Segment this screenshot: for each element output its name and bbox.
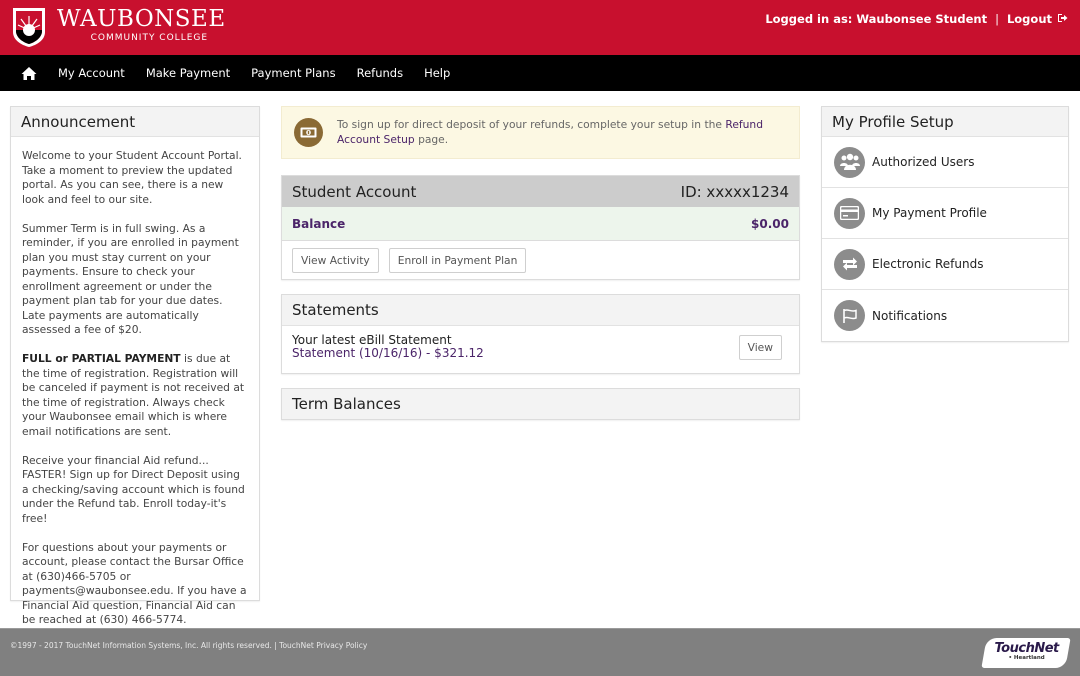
profile-item-payment-profile[interactable]: My Payment Profile	[822, 188, 1068, 239]
direct-deposit-alert: To sign up for direct deposit of your re…	[281, 106, 800, 159]
profile-setup-title: My Profile Setup	[822, 107, 1068, 137]
alert-message: To sign up for direct deposit of your re…	[337, 118, 787, 147]
profile-item-label: Notifications	[872, 308, 948, 323]
money-icon	[294, 118, 323, 147]
nav-my-account[interactable]: My Account	[58, 66, 125, 80]
announcement-paragraph: Welcome to your Student Account Portal. …	[22, 149, 242, 206]
privacy-policy-link[interactable]: TouchNet Privacy Policy	[279, 641, 367, 650]
balance-row: Balance $0.00	[282, 207, 799, 241]
announcement-paragraph: Receive your financial Aid refund... FAS…	[22, 453, 245, 525]
announcement-body: Welcome to your Student Account Portal. …	[11, 137, 259, 654]
profile-item-label: Electronic Refunds	[872, 257, 984, 271]
student-id: ID: xxxxx1234	[680, 182, 789, 201]
shield-sunrise-icon	[13, 8, 45, 47]
home-icon[interactable]	[21, 66, 37, 81]
announcement-paragraph: FULL or PARTIAL PAYMENT is due at the ti…	[22, 352, 248, 439]
logout-icon[interactable]	[1057, 13, 1068, 26]
statements-title: Statements	[282, 295, 799, 326]
profile-setup-panel: My Profile Setup Authorized Users My Pay…	[821, 106, 1069, 342]
users-icon	[834, 146, 865, 178]
alert-text: To sign up for direct deposit of your re…	[337, 118, 726, 131]
announcement-paragraph: For questions about your payments or acc…	[22, 540, 247, 627]
profile-item-notifications[interactable]: Notifications	[822, 290, 1068, 341]
nav-make-payment[interactable]: Make Payment	[146, 66, 230, 80]
student-account-panel: Student Account ID: xxxxx1234 Balance $0…	[281, 175, 800, 280]
credit-card-icon	[834, 197, 865, 229]
nav-payment-plans[interactable]: Payment Plans	[251, 66, 335, 80]
student-account-header: Student Account ID: xxxxx1234	[282, 176, 799, 207]
enroll-payment-plan-button[interactable]: Enroll in Payment Plan	[388, 248, 527, 273]
announcement-bold: FULL or PARTIAL PAYMENT	[22, 352, 181, 365]
user-area: Logged in as: Waubonsee Student | Logout	[765, 12, 1068, 26]
site-header: WAUBONSEE COMMUNITY COLLEGE Logged in as…	[0, 0, 1080, 55]
term-balances-panel[interactable]: Term Balances	[281, 388, 800, 420]
touchnet-wordmark: TouchNet	[994, 641, 1059, 656]
statements-panel: Statements Your latest eBill Statement S…	[281, 294, 800, 374]
profile-item-authorized-users[interactable]: Authorized Users	[822, 137, 1068, 188]
touchnet-logo: TouchNet • Heartland	[981, 638, 1071, 668]
term-balances-title: Term Balances	[282, 389, 799, 419]
copyright-text: ©1997 - 2017 TouchNet Information System…	[10, 641, 280, 650]
flag-icon	[834, 300, 865, 331]
separator: |	[995, 12, 999, 26]
statement-link[interactable]: Statement (10/16/16) - $321.12	[292, 347, 484, 360]
view-activity-button[interactable]: View Activity	[292, 248, 379, 273]
profile-item-label: My Payment Profile	[872, 206, 987, 220]
balance-label: Balance	[292, 216, 346, 231]
refund-exchange-icon	[834, 248, 865, 280]
main-nav: My Account Make Payment Payment Plans Re…	[0, 55, 1080, 91]
footer-copyright: ©1997 - 2017 TouchNet Information System…	[10, 641, 367, 650]
announcement-paragraph: Summer Term is in full swing. As a remin…	[22, 221, 239, 337]
nav-help[interactable]: Help	[424, 66, 450, 80]
profile-item-label: Authorized Users	[872, 155, 975, 169]
logo-title: WAUBONSEE	[57, 6, 226, 32]
announcement-panel: Announcement Welcome to your Student Acc…	[10, 106, 260, 626]
student-account-title: Student Account	[292, 182, 417, 201]
announcement-title: Announcement	[11, 107, 259, 137]
view-statement-button[interactable]: View	[738, 334, 782, 360]
alert-text: page.	[414, 132, 449, 146]
profile-item-electronic-refunds[interactable]: Electronic Refunds	[822, 239, 1068, 290]
college-logo[interactable]: WAUBONSEE COMMUNITY COLLEGE	[10, 6, 226, 48]
logout-link[interactable]: Logout	[1007, 12, 1052, 26]
site-footer: ©1997 - 2017 TouchNet Information System…	[0, 628, 1080, 676]
logged-in-text: Logged in as: Waubonsee Student	[765, 12, 988, 26]
nav-refunds[interactable]: Refunds	[357, 66, 403, 80]
balance-value: $0.00	[751, 216, 789, 231]
logo-subtitle: COMMUNITY COLLEGE	[90, 33, 209, 43]
